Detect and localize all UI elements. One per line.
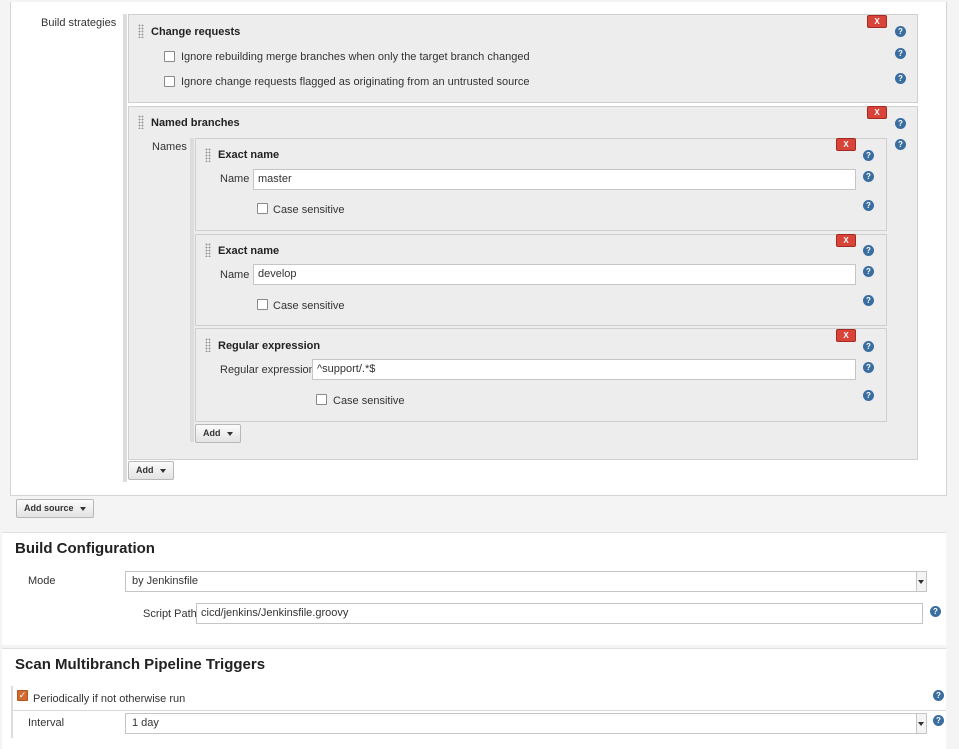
names-label: Names <box>152 141 187 153</box>
ignore-merge-rebuild-checkbox[interactable] <box>164 51 175 62</box>
help-icon[interactable]: ? <box>895 118 906 129</box>
add-name-button-label: Add <box>203 428 221 438</box>
script-path-label: Script Path <box>143 608 197 620</box>
interval-label: Interval <box>28 717 65 729</box>
chevron-down-icon <box>226 431 233 436</box>
case-sensitive-checkbox-develop[interactable] <box>257 299 268 310</box>
regex-title: Regular expression <box>218 340 321 352</box>
drag-handle-icon[interactable] <box>205 338 211 352</box>
remove-change-requests-button[interactable]: X <box>867 15 887 28</box>
help-icon[interactable]: ? <box>863 341 874 352</box>
add-strategy-button-label: Add <box>136 465 154 475</box>
remove-regex-button[interactable]: X <box>836 329 856 342</box>
help-icon[interactable]: ? <box>863 295 874 306</box>
name-label: Name <box>220 269 250 281</box>
chevron-down-icon <box>916 572 926 591</box>
interval-select[interactable]: 1 day <box>125 713 927 734</box>
help-icon[interactable]: ? <box>933 715 944 726</box>
change-requests-title: Change requests <box>151 26 241 38</box>
help-icon[interactable]: ? <box>863 150 874 161</box>
ignore-merge-rebuild-label: Ignore rebuilding merge branches when on… <box>181 51 530 63</box>
regex-label: Regular expression <box>220 364 315 376</box>
names-bar <box>190 138 194 442</box>
name-input-master[interactable]: master <box>253 169 856 190</box>
periodic-label: Periodically if not otherwise run <box>33 693 186 705</box>
help-icon[interactable]: ? <box>863 245 874 256</box>
remove-named-branches-button[interactable]: X <box>867 106 887 119</box>
chevron-down-icon <box>79 506 86 511</box>
name-label: Name <box>220 173 250 185</box>
case-sensitive-label: Case sensitive <box>273 300 345 312</box>
drag-handle-icon[interactable] <box>138 24 144 38</box>
script-path-input[interactable]: cicd/jenkins/Jenkinsfile.groovy <box>196 603 923 624</box>
ignore-untrusted-checkbox[interactable] <box>164 76 175 87</box>
ignore-untrusted-label: Ignore change requests flagged as origin… <box>181 76 530 88</box>
help-icon[interactable]: ? <box>895 26 906 37</box>
help-icon[interactable]: ? <box>863 171 874 182</box>
case-sensitive-checkbox-regex[interactable] <box>316 394 327 405</box>
drag-handle-icon[interactable] <box>205 243 211 257</box>
case-sensitive-checkbox-master[interactable] <box>257 203 268 214</box>
exact-name-title: Exact name <box>218 149 280 161</box>
help-icon[interactable]: ? <box>863 200 874 211</box>
regex-input[interactable]: ^support/.*$ <box>312 359 856 380</box>
case-sensitive-label: Case sensitive <box>273 204 345 216</box>
name-input-develop[interactable]: develop <box>253 264 856 285</box>
help-icon[interactable]: ? <box>895 139 906 150</box>
mode-select[interactable]: by Jenkinsfile <box>125 571 927 592</box>
divider <box>13 710 946 711</box>
triggers-bar <box>11 686 13 738</box>
interval-select-value: 1 day <box>132 717 159 729</box>
help-icon[interactable]: ? <box>863 266 874 277</box>
add-name-button[interactable]: Add <box>195 424 241 443</box>
add-source-button[interactable]: Add source <box>16 499 94 518</box>
triggers-title: Scan Multibranch Pipeline Triggers <box>15 656 266 673</box>
chevron-down-icon <box>916 714 926 733</box>
remove-exact-name-master-button[interactable]: X <box>836 138 856 151</box>
help-icon[interactable]: ? <box>933 690 944 701</box>
build-strategies-label: Build strategies <box>41 17 117 29</box>
build-configuration-title: Build Configuration <box>15 540 155 557</box>
help-icon[interactable]: ? <box>895 48 906 59</box>
add-strategy-button[interactable]: Add <box>128 461 174 480</box>
named-branches-title: Named branches <box>151 117 240 129</box>
build-strategies-bar <box>123 14 127 482</box>
chevron-down-icon <box>159 468 166 473</box>
help-icon[interactable]: ? <box>930 606 941 617</box>
case-sensitive-label: Case sensitive <box>333 395 405 407</box>
drag-handle-icon[interactable] <box>205 148 211 162</box>
mode-select-value: by Jenkinsfile <box>132 575 199 587</box>
help-icon[interactable]: ? <box>895 73 906 84</box>
mode-label: Mode <box>28 575 56 587</box>
add-source-button-label: Add source <box>24 503 74 513</box>
periodic-checkbox[interactable]: ✓ <box>17 690 28 701</box>
help-icon[interactable]: ? <box>863 362 874 373</box>
drag-handle-icon[interactable] <box>138 115 144 129</box>
remove-exact-name-develop-button[interactable]: X <box>836 234 856 247</box>
exact-name-title: Exact name <box>218 245 280 257</box>
help-icon[interactable]: ? <box>863 390 874 401</box>
